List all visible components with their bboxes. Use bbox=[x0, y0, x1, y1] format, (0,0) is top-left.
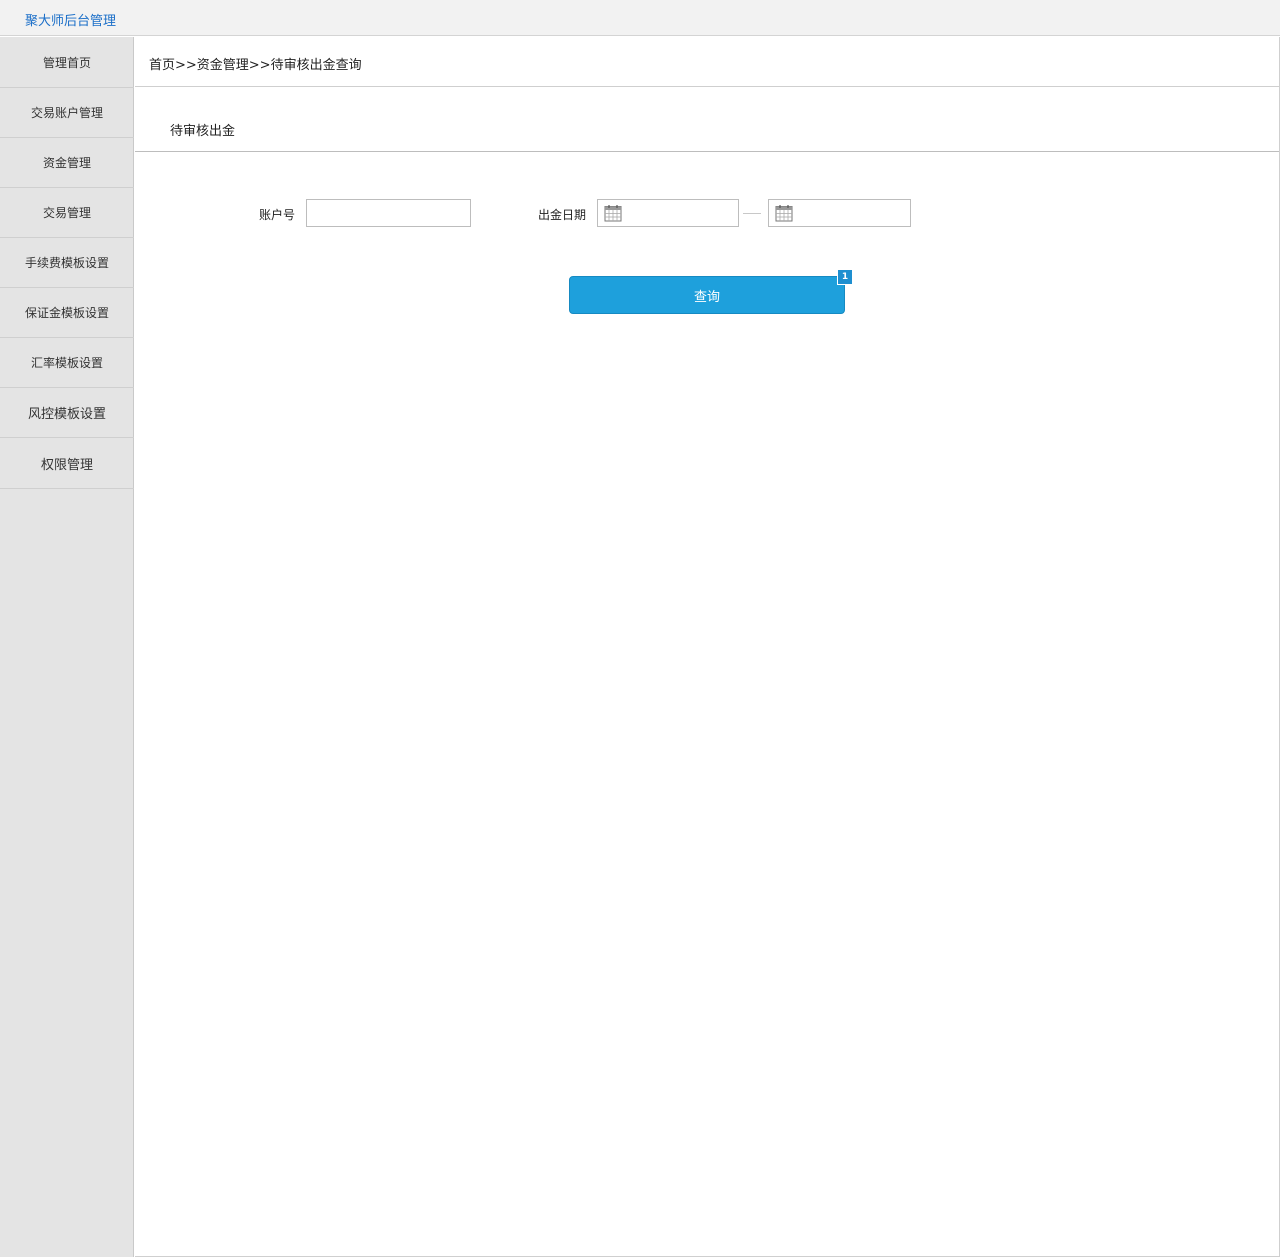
top-bar: 聚大师后台管理 bbox=[0, 0, 1280, 36]
section-title: 待审核出金 bbox=[170, 124, 236, 139]
sidebar-item-margin-template[interactable]: 保证金模板设置 bbox=[0, 288, 134, 338]
query-button[interactable]: 查询 bbox=[569, 276, 845, 314]
sidebar-item-trades[interactable]: 交易管理 bbox=[0, 188, 134, 238]
start-date-input[interactable] bbox=[597, 199, 739, 227]
main-panel: 首页>>资金管理>>待审核出金查询 待审核出金 账户号 出金日期 查询 1 bbox=[135, 37, 1280, 1257]
account-input[interactable] bbox=[306, 199, 471, 227]
withdrawal-date-label: 出金日期 bbox=[538, 208, 587, 222]
sidebar-item-permissions[interactable]: 权限管理 bbox=[0, 438, 134, 489]
sidebar-item-fee-template[interactable]: 手续费模板设置 bbox=[0, 238, 134, 288]
breadcrumb: 首页>>资金管理>>待审核出金查询 bbox=[135, 37, 1279, 87]
sidebar: 管理首页 交易账户管理 资金管理 交易管理 手续费模板设置 保证金模板设置 汇率… bbox=[0, 37, 134, 1257]
date-range-separator bbox=[743, 213, 761, 214]
sidebar-item-home[interactable]: 管理首页 bbox=[0, 37, 134, 88]
app-title[interactable]: 聚大师后台管理 bbox=[25, 10, 116, 29]
sidebar-item-funds[interactable]: 资金管理 bbox=[0, 138, 134, 188]
annotation-badge: 1 bbox=[837, 269, 853, 285]
section-header: 待审核出金 bbox=[135, 87, 1279, 152]
calendar-icon[interactable] bbox=[775, 204, 793, 222]
end-date-input[interactable] bbox=[768, 199, 911, 227]
sidebar-item-fx-template[interactable]: 汇率模板设置 bbox=[0, 338, 134, 388]
sidebar-item-trading-accounts[interactable]: 交易账户管理 bbox=[0, 88, 134, 138]
sidebar-item-risk-template[interactable]: 风控模板设置 bbox=[0, 388, 134, 438]
calendar-icon[interactable] bbox=[604, 204, 622, 222]
account-label: 账户号 bbox=[259, 208, 296, 222]
